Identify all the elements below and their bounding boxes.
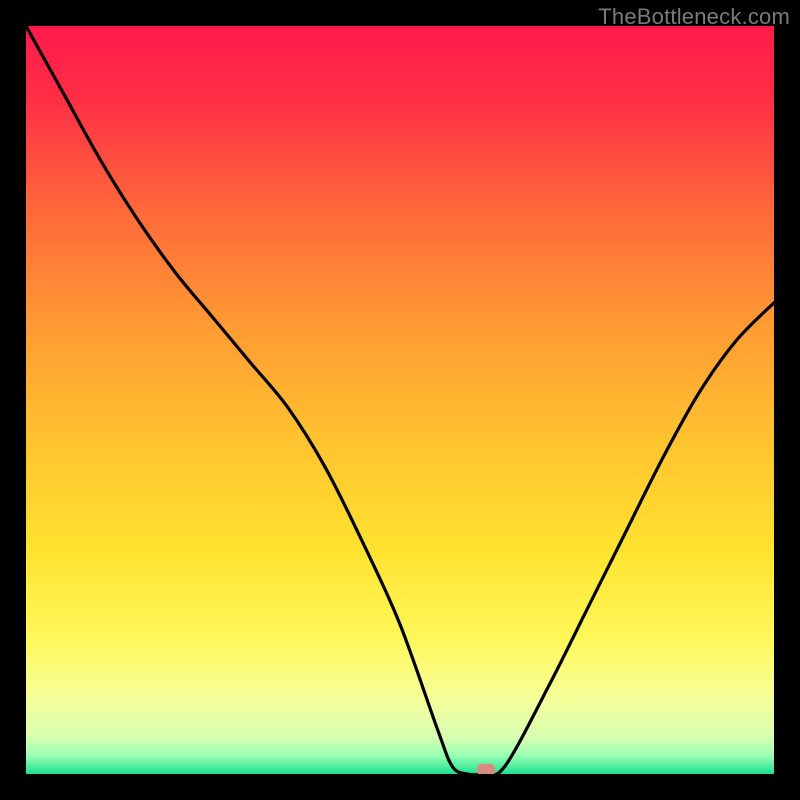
gradient-background [26, 26, 774, 774]
watermark-text: TheBottleneck.com [598, 4, 790, 30]
optimal-marker [477, 764, 495, 774]
chart-svg [26, 26, 774, 774]
plot-area [26, 26, 774, 774]
